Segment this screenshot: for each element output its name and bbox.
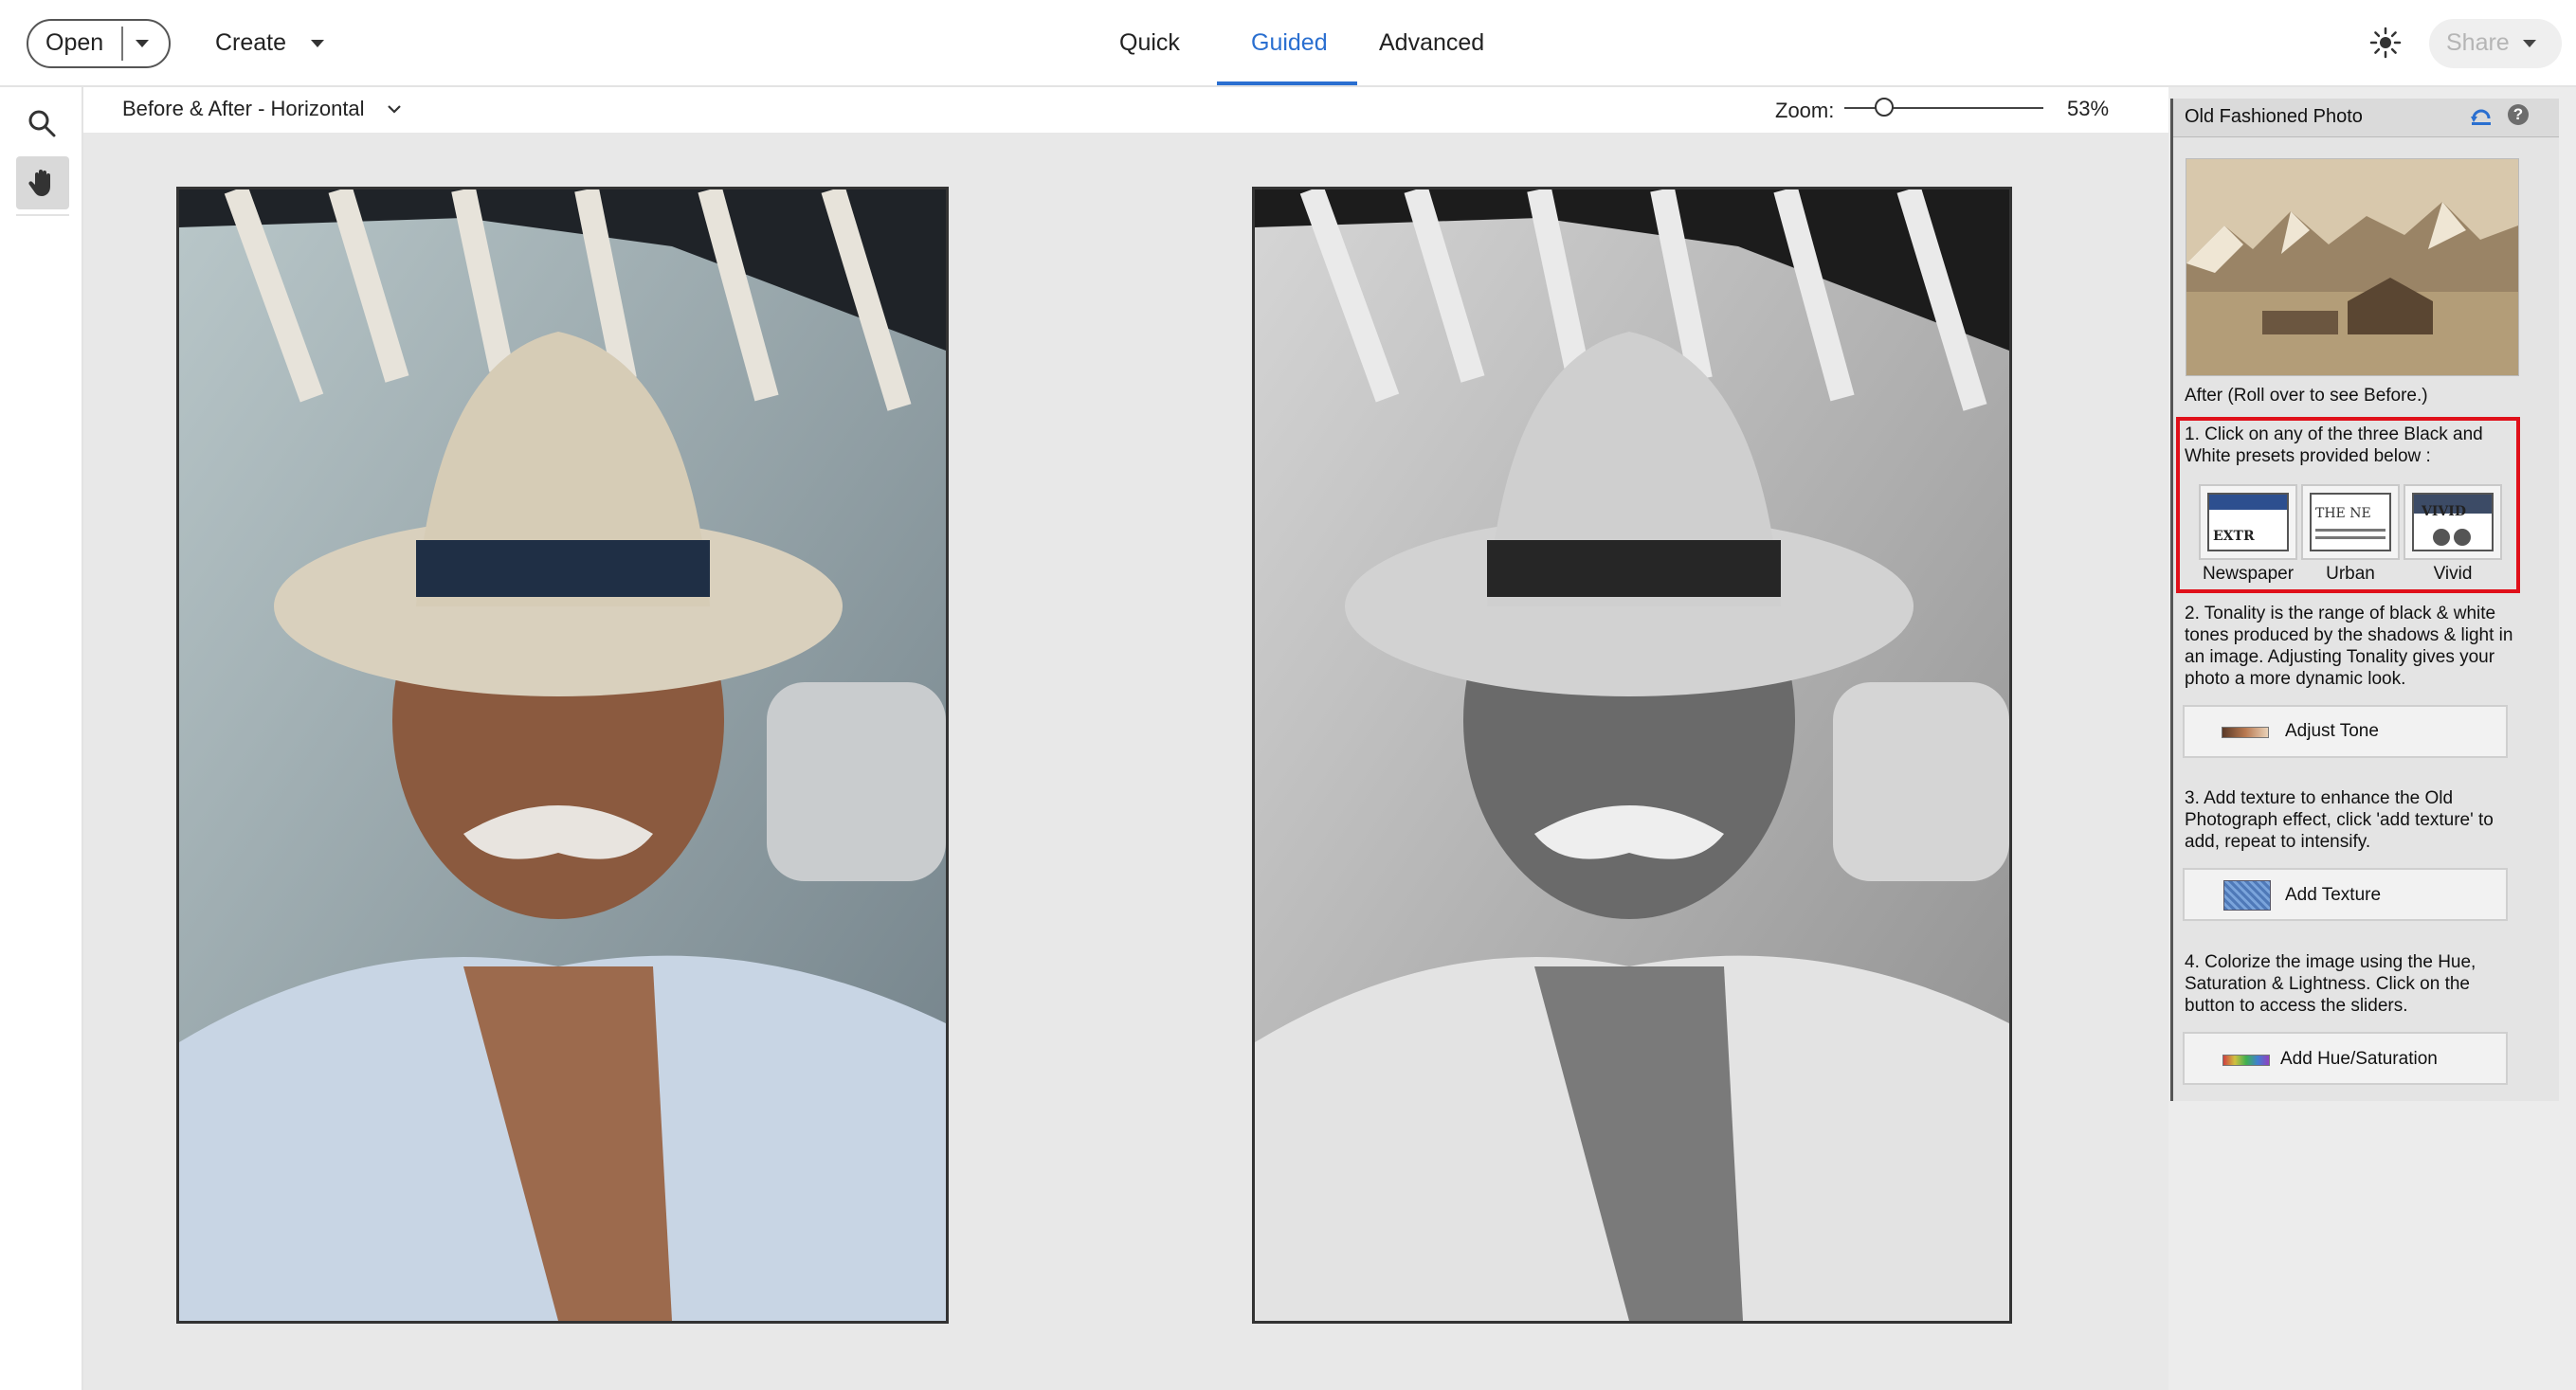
share-button-label[interactable]: Share xyxy=(2446,29,2510,57)
help-icon[interactable]: ? xyxy=(2508,104,2529,125)
texture-icon xyxy=(2223,880,2271,911)
preset-newspaper-button[interactable]: EXTR xyxy=(2199,484,2297,560)
zoom-label: Zoom: xyxy=(1775,99,1835,122)
preset-vivid-button[interactable]: VIVID xyxy=(2404,484,2502,560)
share-dropdown-icon[interactable] xyxy=(2523,40,2536,47)
toolbar-divider xyxy=(16,214,69,216)
add-texture-label[interactable]: Add Texture xyxy=(2285,885,2381,906)
view-mode-dropdown[interactable]: Before & After - Horizontal xyxy=(122,97,365,121)
newspaper-thumb-text: EXTR xyxy=(2213,529,2255,544)
tab-guided[interactable]: Guided xyxy=(1251,29,1328,57)
after-image xyxy=(1252,187,2012,1324)
chevron-down-icon[interactable] xyxy=(386,100,403,117)
before-image xyxy=(176,187,949,1324)
tab-advanced[interactable]: Advanced xyxy=(1379,29,1484,57)
open-button-divider xyxy=(121,27,123,61)
urban-thumb-text: THE NE xyxy=(2315,506,2371,521)
zoom-tool-icon[interactable] xyxy=(25,106,59,140)
vivid-thumbnail: VIVID xyxy=(2412,493,2494,551)
hue-spectrum-icon xyxy=(2222,1055,2270,1066)
zoom-slider-thumb[interactable] xyxy=(1875,98,1894,117)
hand-icon xyxy=(28,170,50,196)
left-toolbar xyxy=(0,87,83,1390)
step-2-text: 2. Tonality is the range of black & whit… xyxy=(2185,604,2513,689)
preview-caption: After (Roll over to see Before.) xyxy=(2185,386,2428,406)
step-3-text: 3. Add texture to enhance the Old Photog… xyxy=(2185,788,2494,852)
create-button[interactable]: Create xyxy=(215,29,286,57)
step-4-text: 4. Colorize the image using the Hue, Sat… xyxy=(2185,952,2476,1016)
open-button-label[interactable]: Open xyxy=(45,29,103,57)
reset-icon[interactable] xyxy=(2470,105,2493,126)
hand-tool-button[interactable] xyxy=(16,156,69,209)
preset-newspaper-label: Newspaper xyxy=(2202,564,2295,584)
step-1-text: 1. Click on any of the three Black and W… xyxy=(2185,424,2483,466)
create-dropdown-icon[interactable] xyxy=(311,40,324,47)
effect-preview-image[interactable] xyxy=(2186,158,2519,376)
add-hue-saturation-label[interactable]: Add Hue/Saturation xyxy=(2280,1049,2438,1070)
brightness-icon[interactable] xyxy=(2369,27,2402,59)
newspaper-thumbnail: EXTR xyxy=(2207,493,2289,551)
preset-urban-label: Urban xyxy=(2326,564,2375,584)
urban-thumbnail: THE NE xyxy=(2310,493,2391,551)
active-tab-indicator xyxy=(1217,81,1357,85)
zoom-value: 53% xyxy=(2067,97,2110,120)
tab-quick[interactable]: Quick xyxy=(1119,29,1180,57)
panel-title: Old Fashioned Photo xyxy=(2185,106,2363,127)
vivid-thumb-text: VIVID xyxy=(2422,504,2466,519)
preset-vivid-label: Vivid xyxy=(2433,564,2473,584)
preset-urban-button[interactable]: THE NE xyxy=(2301,484,2400,560)
tone-gradient-icon xyxy=(2222,727,2269,738)
adjust-tone-label[interactable]: Adjust Tone xyxy=(2285,721,2379,742)
open-dropdown-icon[interactable] xyxy=(136,40,149,47)
